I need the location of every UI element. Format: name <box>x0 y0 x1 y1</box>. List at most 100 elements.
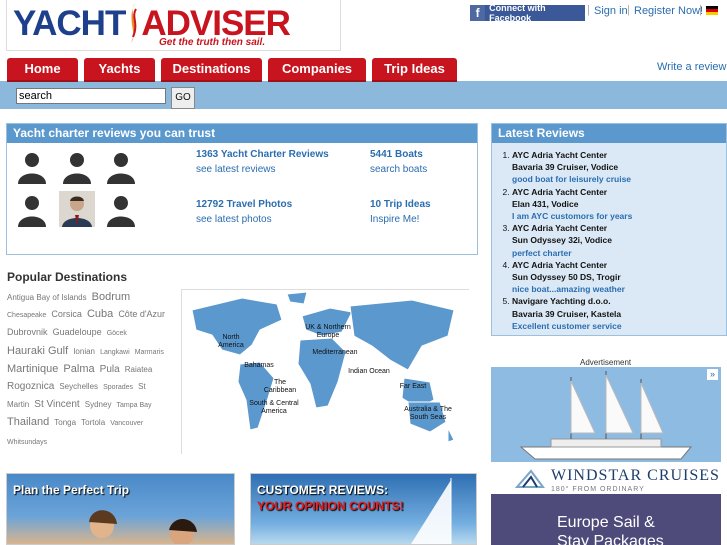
map-label-far-east[interactable]: Far East <box>396 383 430 391</box>
review-company[interactable]: Navigare Yachting d.o.o. <box>512 295 632 307</box>
stat-reviews-count[interactable]: 1363 Yacht Charter Reviews <box>196 149 329 160</box>
review-boat[interactable]: Elan 431, Vodice <box>512 198 632 210</box>
destination-tag[interactable]: Rogoznica <box>7 381 54 392</box>
tab-trip-ideas[interactable]: Trip Ideas <box>372 58 457 82</box>
destination-tag[interactable]: Dubrovnik <box>7 327 48 337</box>
review-company[interactable]: AYC Adria Yacht Center <box>512 149 632 161</box>
destination-tag[interactable]: Vancouver <box>110 420 143 427</box>
see-latest-reviews-link[interactable]: see latest reviews <box>196 164 275 175</box>
see-latest-photos-link[interactable]: see latest photos <box>196 214 272 225</box>
review-quote-link[interactable]: I am AYC customors for years <box>512 210 632 222</box>
destination-tag[interactable]: Martinique <box>7 363 58 375</box>
map-label-north-america[interactable]: North America <box>216 334 246 350</box>
inspire-me-link[interactable]: Inspire Me! <box>370 214 419 225</box>
search-input[interactable] <box>16 88 166 104</box>
write-review-link[interactable]: Write a review <box>657 61 726 73</box>
tab-companies[interactable]: Companies <box>268 58 366 82</box>
destination-tag[interactable]: Whitsundays <box>7 439 47 446</box>
facebook-connect-button[interactable]: f Connect with Facebook <box>470 3 585 23</box>
popular-destinations-title: Popular Destinations <box>7 270 128 284</box>
latest-review-item[interactable]: AYC Adria Yacht CenterSun Odyssey 50 DS,… <box>512 259 632 296</box>
review-quote-link[interactable]: nice boat...amazing weather <box>512 283 632 295</box>
map-label-mediterranean[interactable]: Mediterranean <box>308 349 362 357</box>
review-company[interactable]: AYC Adria Yacht Center <box>512 186 632 198</box>
member-photo-avatar[interactable] <box>59 191 95 227</box>
map-label-south-central-america[interactable]: South & Central America <box>240 400 308 416</box>
review-quote-link[interactable]: perfect charter <box>512 247 632 259</box>
stat-boats-count[interactable]: 5441 Boats <box>370 149 423 160</box>
latest-reviews-title: Latest Reviews <box>492 124 726 143</box>
review-boat[interactable]: Sun Odyssey 50 DS, Trogir <box>512 271 632 283</box>
destination-tag[interactable]: Corsica <box>51 309 82 319</box>
tab-home[interactable]: Home <box>7 58 78 82</box>
plan-trip-promo[interactable]: Plan the Perfect Trip <box>6 473 235 545</box>
destination-tag[interactable]: Tortola <box>81 418 105 427</box>
destination-tag[interactable]: Guadeloupe <box>53 327 102 337</box>
german-flag-icon[interactable] <box>706 6 718 15</box>
windstar-ad-banner[interactable]: WINDSTAR CRUISES 180° FROM ORDINARY Euro… <box>491 367 721 545</box>
destination-tag[interactable]: Seychelles <box>59 382 98 391</box>
map-label-australia-south-seas[interactable]: Australia & The South Seas <box>396 406 460 422</box>
trust-panel: Yacht charter reviews you can trust <box>6 123 478 255</box>
review-company[interactable]: AYC Adria Yacht Center <box>512 259 632 271</box>
review-boat[interactable]: Sun Odyssey 32i, Vodice <box>512 234 632 246</box>
destination-tag[interactable]: Tonga <box>54 418 76 427</box>
latest-review-item[interactable]: AYC Adria Yacht CenterSun Odyssey 32i, V… <box>512 222 632 259</box>
trust-panel-title: Yacht charter reviews you can trust <box>7 124 477 143</box>
map-label-bahamas[interactable]: Bahamas <box>242 362 276 370</box>
member-avatar[interactable] <box>59 148 95 184</box>
destination-tag[interactable]: Langkawi <box>100 349 130 356</box>
map-label-indian-ocean[interactable]: Indian Ocean <box>342 368 396 376</box>
latest-review-item[interactable]: AYC Adria Yacht CenterElan 431, VodiceI … <box>512 186 632 223</box>
ad-brand-tagline: 180° FROM ORDINARY <box>551 486 645 493</box>
world-map[interactable]: North America UK & Northern Europe Medit… <box>181 289 470 455</box>
sign-in-link[interactable]: Sign in <box>594 5 628 17</box>
destination-tag[interactable]: Sporades <box>103 384 133 391</box>
destination-tag[interactable]: Tampa Bay <box>117 402 152 409</box>
search-go-button[interactable]: GO <box>171 87 195 109</box>
member-avatar[interactable] <box>103 148 139 184</box>
customer-reviews-promo[interactable]: CUSTOMER REVIEWS: YOUR OPINION COUNTS! <box>250 473 477 545</box>
sailing-boat-image <box>411 478 452 544</box>
destination-tag[interactable]: Antigua Bay of Islands <box>7 293 87 302</box>
stat-trip-ideas-count[interactable]: 10 Trip Ideas <box>370 199 431 210</box>
advertisement-label: Advertisement <box>580 358 632 367</box>
latest-review-item[interactable]: AYC Adria Yacht CenterBavaria 39 Cruiser… <box>512 149 632 186</box>
destination-tag[interactable]: Cuba <box>87 308 113 320</box>
latest-reviews-panel: Latest Reviews AYC Adria Yacht CenterBav… <box>491 123 727 336</box>
destination-tag[interactable]: Palma <box>63 363 94 375</box>
member-avatar[interactable] <box>14 191 50 227</box>
tab-destinations[interactable]: Destinations <box>161 58 262 82</box>
tab-yachts[interactable]: Yachts <box>84 58 155 82</box>
adchoices-icon[interactable]: » <box>707 369 718 380</box>
map-label-the-caribbean[interactable]: The Caribbean <box>258 379 302 395</box>
destination-tag[interactable]: Chesapeake <box>7 312 46 319</box>
destination-tag[interactable]: Côte d'Azur <box>118 309 165 319</box>
register-link[interactable]: Register Now! <box>634 5 703 17</box>
destination-tag[interactable]: Ionian <box>73 347 95 356</box>
ad-offer-line-2: Stay Packages <box>557 533 664 545</box>
review-quote-link[interactable]: good boat for leisurely cruise <box>512 173 632 185</box>
destination-tag[interactable]: Pula <box>100 364 120 375</box>
stat-photos-count[interactable]: 12792 Travel Photos <box>196 199 292 210</box>
destination-tag[interactable]: Bodrum <box>92 291 131 303</box>
map-label-uk-northern-europe[interactable]: UK & Northern Europe <box>300 324 356 340</box>
destination-tag[interactable]: Thailand <box>7 416 49 428</box>
member-avatar[interactable] <box>14 148 50 184</box>
review-company[interactable]: AYC Adria Yacht Center <box>512 222 632 234</box>
latest-reviews-list: AYC Adria Yacht CenterBavaria 39 Cruiser… <box>512 149 632 332</box>
review-boat[interactable]: Bavaria 39 Cruiser, Vodice <box>512 161 632 173</box>
destination-tag[interactable]: Sydney <box>85 400 112 409</box>
destination-tag[interactable]: Hauraki Gulf <box>7 345 68 357</box>
logo[interactable]: YACHT ADVISER Get the truth then sail. <box>6 0 341 51</box>
destination-tag[interactable]: Göcek <box>107 330 127 337</box>
destination-tag[interactable]: St Vincent <box>34 399 79 410</box>
review-boat[interactable]: Bavaria 39 Cruiser, Kastela <box>512 308 632 320</box>
search-boats-link[interactable]: search boats <box>370 164 427 175</box>
review-quote-link[interactable]: Excellent customer service <box>512 320 632 332</box>
member-avatar[interactable] <box>103 191 139 227</box>
latest-review-item[interactable]: Navigare Yachting d.o.o.Bavaria 39 Cruis… <box>512 295 632 332</box>
destination-tag[interactable]: Marmaris <box>135 349 164 356</box>
facebook-icon: f <box>470 5 486 21</box>
destination-tag[interactable]: Raiatea <box>125 365 153 374</box>
